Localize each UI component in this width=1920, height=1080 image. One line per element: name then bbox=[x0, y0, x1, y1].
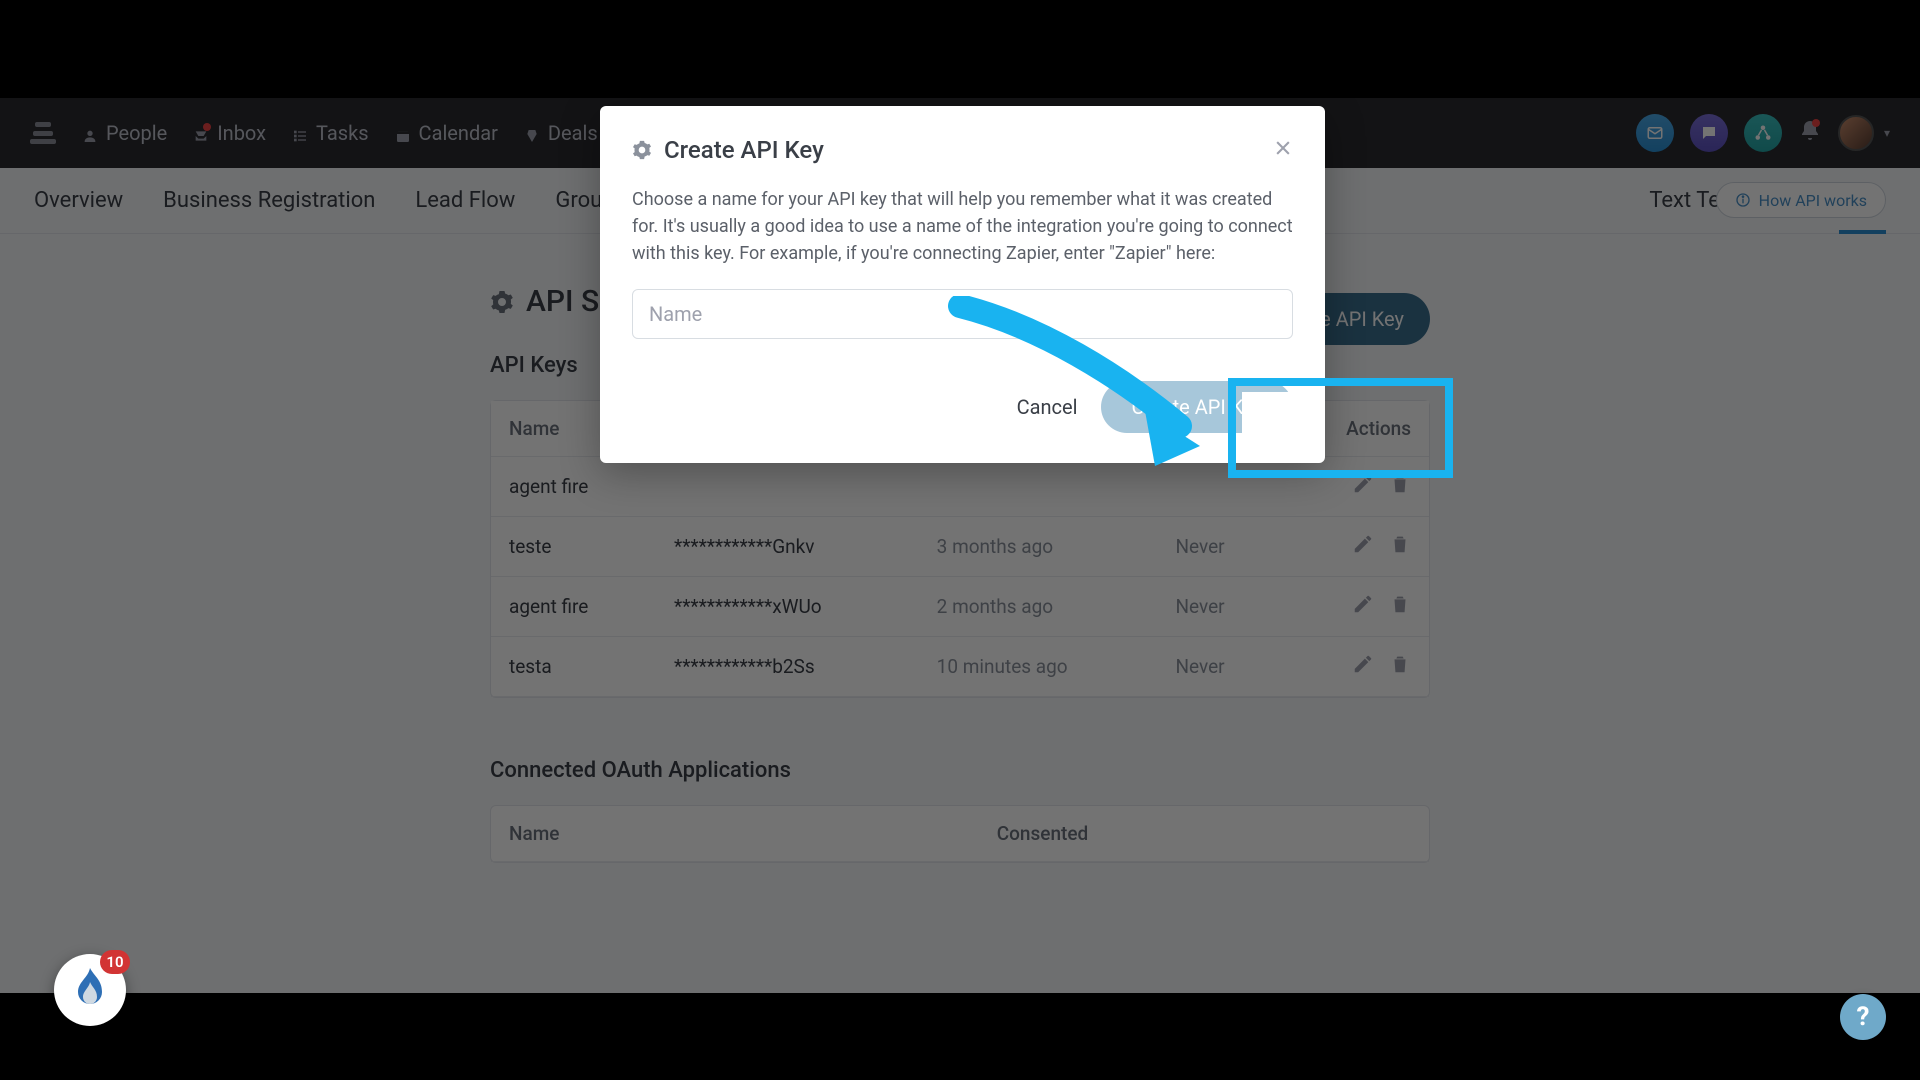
modal-title-text: Create API Key bbox=[664, 136, 824, 164]
api-key-name-input[interactable] bbox=[632, 289, 1293, 339]
modal-description: Choose a name for your API key that will… bbox=[632, 186, 1293, 267]
modal-create-button[interactable]: Create API Key bbox=[1101, 381, 1293, 433]
gear-icon bbox=[632, 140, 652, 160]
modal-close-button[interactable] bbox=[1273, 136, 1293, 164]
flame-badge: 10 bbox=[100, 950, 130, 974]
question-icon: ? bbox=[1857, 1002, 1870, 1032]
modal-cancel-button[interactable]: Cancel bbox=[1017, 395, 1078, 419]
flame-widget[interactable]: 10 bbox=[54, 954, 126, 1026]
modal-title: Create API Key bbox=[632, 136, 824, 164]
modal-header: Create API Key bbox=[632, 136, 1293, 164]
create-api-key-modal: Create API Key Choose a name for your AP… bbox=[600, 106, 1325, 463]
close-icon bbox=[1273, 138, 1293, 158]
modal-actions: Cancel Create API Key bbox=[632, 381, 1293, 433]
flame-icon bbox=[70, 966, 110, 1014]
help-button[interactable]: ? bbox=[1840, 994, 1886, 1040]
